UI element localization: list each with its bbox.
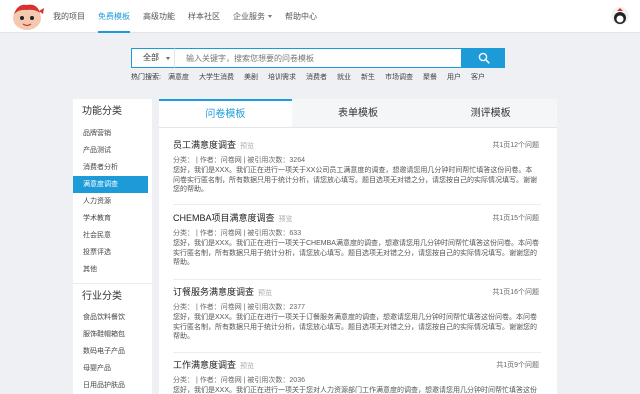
- hot-search-item[interactable]: 聚餐: [423, 72, 437, 82]
- question-count: 共1页15个问题: [492, 215, 539, 222]
- nav-label: 帮助中心: [285, 12, 317, 21]
- question-count: 共1页16个问题: [492, 289, 539, 296]
- avatar[interactable]: [611, 7, 629, 25]
- nav-advanced-features[interactable]: 高级功能: [143, 0, 175, 33]
- chevron-down-icon: [166, 57, 170, 60]
- template-tabs: 问卷模板 表单模板 测评模板: [159, 99, 557, 128]
- template-meta: 分类： | 作者：问卷网 | 被引用次数：2377: [173, 304, 305, 311]
- sidebar-item-brand-marketing[interactable]: 品牌营销: [73, 125, 152, 142]
- hot-search-list: 热门搜索: 满意度 大学生消费 美剧 培训需求 消费者 就业 新生 市场调查 聚…: [131, 72, 495, 82]
- sidebar-item-consumer-analysis[interactable]: 消费者分析: [73, 159, 152, 176]
- hot-search-item[interactable]: 市场调查: [385, 72, 413, 82]
- tab-questionnaire-templates[interactable]: 问卷模板: [159, 99, 292, 127]
- preview-link[interactable]: 预览: [240, 363, 254, 370]
- sidebar-item-voting[interactable]: 投票评选: [73, 244, 152, 261]
- site-logo[interactable]: [8, 1, 46, 32]
- template-panel: 问卷模板 表单模板 测评模板 员工满意度调查 预览 共1页12个问题 分类： | …: [159, 99, 557, 394]
- industry-category-title: 行业分类: [73, 283, 152, 309]
- sidebar-item-electronics[interactable]: 数码电子产品: [73, 343, 152, 360]
- nav-label: 企业服务: [233, 12, 265, 21]
- sidebar-item-satisfaction-survey[interactable]: 满意度调查: [73, 176, 148, 193]
- hot-search-item[interactable]: 大学生消费: [199, 72, 234, 82]
- nav-free-templates[interactable]: 免费模板: [98, 0, 130, 33]
- search-bar: 全部: [131, 48, 505, 68]
- divider: [173, 352, 541, 353]
- preview-link[interactable]: 预览: [240, 143, 254, 150]
- search-button[interactable]: [462, 48, 505, 68]
- tab-assessment-templates[interactable]: 测评模板: [424, 99, 557, 127]
- search-input[interactable]: [174, 48, 462, 68]
- hot-search-item[interactable]: 培训需求: [268, 72, 296, 82]
- hot-search-item[interactable]: 满意度: [168, 72, 189, 82]
- template-title[interactable]: 工作满意度调查: [173, 360, 236, 370]
- nav-my-projects[interactable]: 我的项目: [53, 0, 85, 33]
- sidebar-item-apparel[interactable]: 服饰鞋帽箱包: [73, 326, 152, 343]
- template-title[interactable]: CHEMBA项目满意度调查: [173, 213, 275, 223]
- nav-help-center[interactable]: 帮助中心: [285, 0, 317, 33]
- question-count: 共1页9个问题: [496, 362, 539, 369]
- template-meta: 分类： | 作者：问卷网 | 被引用次数：3264: [173, 157, 305, 164]
- function-category-title: 功能分类: [82, 106, 122, 117]
- top-navbar: 我的项目 免费模板 高级功能 样本社区 企业服务 帮助中心: [0, 0, 640, 33]
- nav-sample-community[interactable]: 样本社区: [188, 0, 220, 33]
- search-icon: [478, 52, 490, 64]
- sidebar-item-food-beverage[interactable]: 食品饮料餐饮: [73, 309, 152, 326]
- category-sidebar: 功能分类 品牌营销 产品测试 消费者分析 满意度调查 人力资源 学术教育 社会民…: [73, 99, 152, 394]
- sidebar-item-product-testing[interactable]: 产品测试: [73, 142, 152, 159]
- sidebar-item-academic-education[interactable]: 学术教育: [73, 210, 152, 227]
- chevron-down-icon: [268, 15, 272, 19]
- nav-label: 我的项目: [53, 12, 85, 21]
- tab-form-templates[interactable]: 表单模板: [292, 99, 425, 127]
- nav-label: 免费模板: [98, 12, 130, 21]
- preview-link[interactable]: 预览: [258, 290, 272, 297]
- hot-search-item[interactable]: 新生: [361, 72, 375, 82]
- hot-search-item[interactable]: 美剧: [244, 72, 258, 82]
- sidebar-item-other[interactable]: 其他: [73, 261, 152, 278]
- template-title[interactable]: 订餐服务满意度调查: [173, 287, 254, 297]
- sidebar-item-daily-skincare[interactable]: 日用品护肤品: [73, 377, 152, 394]
- preview-link[interactable]: 预览: [279, 216, 293, 223]
- divider: [173, 279, 541, 280]
- sidebar-item-human-resources[interactable]: 人力资源: [73, 193, 152, 210]
- template-description: 您好，我们是XXX。我们正在进行一项关于CHEMBA满意度的调查，想邀请您用几分…: [173, 240, 539, 266]
- main-nav: 我的项目 免费模板 高级功能 样本社区 企业服务 帮助中心: [53, 0, 330, 33]
- template-card: 员工满意度调查 预览 共1页12个问题 分类： | 作者：问卷网 | 被引用次数：…: [173, 139, 545, 195]
- template-description: 您好，我们是XXX。我们正在进行一项关于您对人力资源部门工作满意度的调查，想邀请…: [173, 387, 538, 394]
- template-description: 您好，我们是XXX。我们正在进行一项关于XX公司员工满意度的调查，想邀请您用几分…: [173, 167, 537, 193]
- search-scope-select[interactable]: 全部: [131, 48, 174, 68]
- hot-search-item[interactable]: 用户: [447, 72, 461, 82]
- template-card: CHEMBA项目满意度调查 预览 共1页15个问题 分类： | 作者：问卷网 | …: [173, 212, 545, 268]
- template-title[interactable]: 员工满意度调查: [173, 140, 236, 150]
- hot-search-item[interactable]: 消费者: [306, 72, 327, 82]
- hot-search-item[interactable]: 客户: [471, 72, 485, 82]
- hot-search-item[interactable]: 就业: [337, 72, 351, 82]
- sidebar-item-maternity[interactable]: 母婴产品: [73, 360, 152, 377]
- nav-label: 高级功能: [143, 12, 175, 21]
- template-card: 订餐服务满意度调查 预览 共1页16个问题 分类： | 作者：问卷网 | 被引用次…: [173, 286, 545, 342]
- template-meta: 分类： | 作者：问卷网 | 被引用次数：633: [173, 230, 302, 237]
- nav-label: 样本社区: [188, 12, 220, 21]
- template-description: 您好，我们是XXX。我们正在进行一项关于订餐服务满意度的调查，想邀请您用几分钟时…: [173, 314, 538, 340]
- sidebar-item-public-opinion[interactable]: 社会民意: [73, 227, 152, 244]
- template-meta: 分类： | 作者：问卷网 | 被引用次数：2036: [173, 377, 305, 384]
- hot-search-label: 热门搜索:: [131, 74, 161, 81]
- divider: [173, 204, 541, 205]
- nav-enterprise-services[interactable]: 企业服务: [233, 0, 272, 33]
- search-scope-value: 全部: [143, 53, 159, 62]
- question-count: 共1页12个问题: [492, 142, 539, 149]
- template-card: 工作满意度调查 预览 共1页9个问题 分类： | 作者：问卷网 | 被引用次数：2…: [173, 359, 545, 394]
